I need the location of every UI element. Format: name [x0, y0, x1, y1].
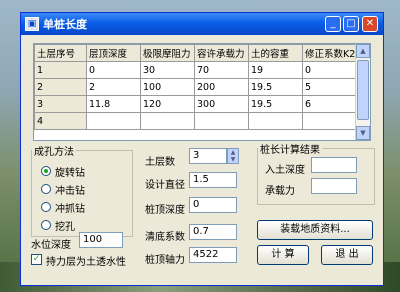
capacity-output[interactable] [311, 178, 357, 194]
radio-label[interactable]: 冲击钻 [55, 182, 85, 197]
table-cell[interactable]: 19 [248, 61, 303, 79]
hole-method-legend: 成孔方法 [34, 147, 74, 158]
table-cell[interactable] [86, 112, 141, 130]
layers-label: 土层数 [145, 157, 175, 168]
exit-button[interactable]: 退 出 [321, 245, 373, 265]
table-cell[interactable] [194, 112, 249, 130]
clean-coefficient-label: 清底系数 [145, 232, 185, 243]
scroll-up-icon[interactable]: ▲ [356, 44, 370, 58]
table-cell[interactable]: 70 [194, 61, 249, 79]
table-cell[interactable]: 19.5 [248, 78, 303, 96]
table-cell[interactable]: 2 [86, 78, 141, 96]
radio-label[interactable]: 旋转钻 [55, 164, 85, 179]
table-cell[interactable]: 300 [194, 95, 249, 113]
row-number[interactable]: 4 [34, 112, 87, 130]
row-number[interactable]: 2 [34, 78, 87, 96]
radio-dig[interactable] [41, 220, 51, 230]
app-icon: ▣ [25, 17, 39, 31]
table-cell[interactable]: 0 [86, 61, 141, 79]
radio-grab[interactable] [41, 202, 51, 212]
embed-depth-output[interactable] [311, 157, 357, 173]
bearing-layer-label[interactable]: 持力层为土透水性 [46, 253, 126, 268]
table-row: 1 0 30 70 19 0 [34, 61, 359, 79]
scroll-down-icon[interactable]: ▼ [356, 126, 370, 140]
row-number[interactable]: 3 [34, 95, 87, 113]
radio-label[interactable]: 挖孔 [55, 218, 75, 233]
column-header[interactable]: 容许承载力 [194, 44, 249, 62]
row-number[interactable]: 1 [34, 61, 87, 79]
table-cell[interactable]: 19.5 [248, 95, 303, 113]
table-cell[interactable]: 5 [302, 78, 359, 96]
axial-force-input[interactable]: 4522 [189, 247, 237, 263]
radio-percussion[interactable] [41, 184, 51, 194]
result-legend: 桩长计算结果 [260, 145, 320, 156]
header-row: 土层序号 层顶深度 极限摩阻力 容许承载力 土的容重 修正系数K2 [34, 44, 359, 62]
table-cell[interactable] [248, 112, 303, 130]
axial-force-label: 桩顶轴力 [145, 255, 185, 266]
table-row: 4 [34, 112, 359, 130]
table-cell[interactable]: 6 [302, 95, 359, 113]
embed-depth-label: 入土深度 [265, 165, 305, 176]
diameter-input[interactable]: 1.5 [189, 172, 237, 188]
water-depth-input[interactable]: 100 [79, 232, 123, 248]
capacity-label: 承载力 [265, 186, 295, 197]
layers-input[interactable]: 3 [189, 148, 227, 164]
stepper-down-icon[interactable]: ▼ [228, 156, 238, 163]
column-header[interactable]: 层顶深度 [86, 44, 141, 62]
table-row: 3 11.8 120 300 19.5 6 [34, 95, 359, 113]
table-cell[interactable] [140, 112, 195, 130]
clean-coefficient-input[interactable]: 0.7 [189, 224, 237, 240]
table-row: 2 2 100 200 19.5 5 [34, 78, 359, 96]
load-geology-button[interactable]: 装载地质资料... [257, 220, 373, 240]
column-header[interactable]: 修正系数K2 [302, 44, 359, 62]
minimize-button[interactable]: _ [325, 16, 341, 32]
table-cell[interactable]: 11.8 [86, 95, 141, 113]
close-button[interactable]: ✕ [362, 16, 378, 32]
radio-rotary[interactable] [41, 166, 51, 176]
vertical-scrollbar[interactable]: ▲ ▼ [355, 44, 370, 140]
soil-layer-table: 土层序号 层顶深度 极限摩阻力 容许承载力 土的容重 修正系数K2 1 0 30… [34, 44, 359, 130]
table-cell[interactable]: 200 [194, 78, 249, 96]
column-header[interactable]: 土层序号 [34, 44, 87, 62]
stepper-up-icon[interactable]: ▲ [228, 149, 238, 156]
soil-layer-grid[interactable]: 土层序号 层顶深度 极限摩阻力 容许承载力 土的容重 修正系数K2 1 0 30… [33, 43, 371, 141]
top-depth-input[interactable]: 0 [189, 197, 237, 213]
diameter-label: 设计直径 [145, 180, 185, 191]
radio-label[interactable]: 冲抓钻 [55, 200, 85, 215]
column-header[interactable]: 土的容重 [248, 44, 303, 62]
maximize-button[interactable]: □ [343, 16, 359, 32]
layers-stepper[interactable]: ▲ ▼ [227, 148, 239, 164]
table-cell[interactable]: 100 [140, 78, 195, 96]
table-cell[interactable] [302, 112, 359, 130]
table-cell[interactable]: 30 [140, 61, 195, 79]
top-depth-label: 桩顶深度 [145, 205, 185, 216]
scroll-thumb[interactable] [357, 60, 369, 120]
column-header[interactable]: 极限摩阻力 [140, 44, 195, 62]
table-cell[interactable]: 0 [302, 61, 359, 79]
window-title: 单桩长度 [43, 18, 87, 31]
table-cell[interactable]: 120 [140, 95, 195, 113]
calculate-button[interactable]: 计 算 [257, 245, 309, 265]
bearing-layer-checkbox[interactable]: ✓ [31, 254, 42, 265]
title-bar[interactable]: ▣ 单桩长度 _ □ ✕ [21, 13, 383, 35]
water-depth-label: 水位深度 [31, 240, 71, 251]
dialog-window: ▣ 单桩长度 _ □ ✕ 土层序号 层顶深度 极限摩阻力 容许承载力 土的容重 … [20, 12, 384, 286]
